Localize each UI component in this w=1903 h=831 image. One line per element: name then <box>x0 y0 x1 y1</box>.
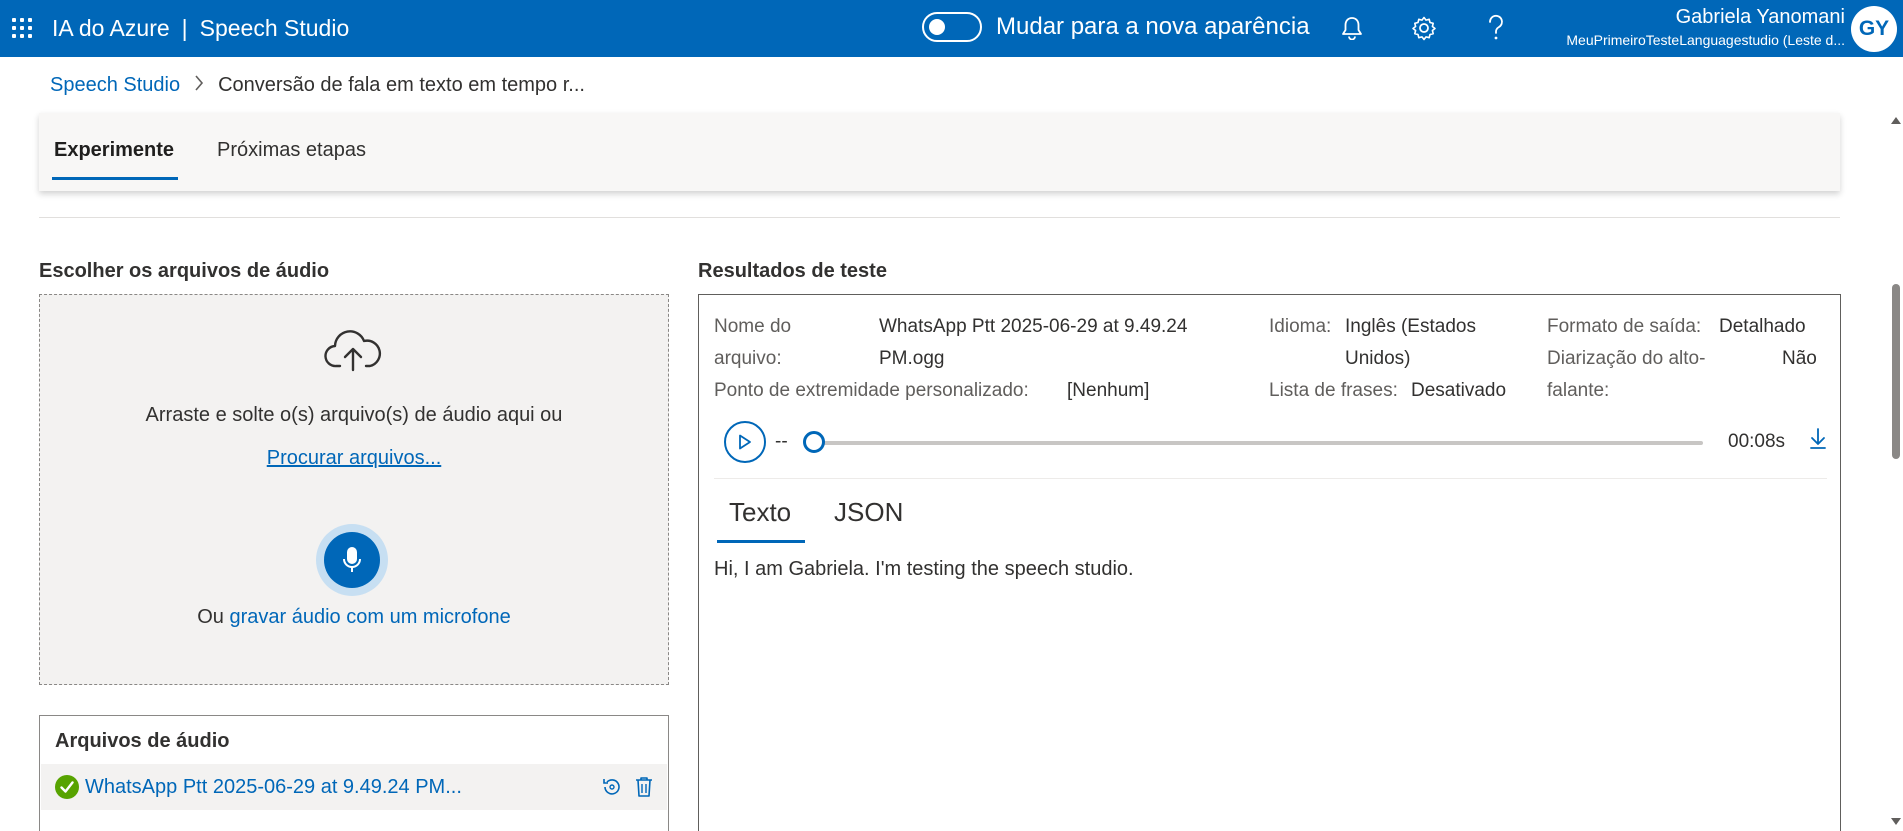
user-info[interactable]: Gabriela Yanomani MeuPrimeiroTesteLangua… <box>1566 4 1845 50</box>
audio-file-name[interactable]: WhatsApp Ptt 2025-06-29 at 9.49.24 PM... <box>85 776 462 799</box>
user-org: MeuPrimeiroTesteLanguagestudio (Leste d.… <box>1566 32 1845 48</box>
browse-files: Procurar arquivos... <box>40 447 668 470</box>
list-item[interactable]: WhatsApp Ptt 2025-06-29 at 9.49.24 PM... <box>41 764 667 810</box>
results-panel: Nome do arquivo: WhatsApp Ptt 2025-06-29… <box>698 294 1841 831</box>
duration-time: 00:08s <box>1728 431 1786 452</box>
product-name[interactable]: Speech Studio <box>200 15 350 41</box>
upload-section-title: Escolher os arquivos de áudio <box>39 260 330 282</box>
scroll-down-icon[interactable] <box>1891 818 1901 825</box>
cloud-upload-icon <box>324 330 382 377</box>
endpoint-label: Ponto de extremidade personalizado: <box>714 380 1029 401</box>
current-time: -- <box>775 431 788 452</box>
tab-json[interactable]: JSON <box>834 497 903 528</box>
top-bar: IA do Azure | Speech Studio Mudar para a n… <box>0 0 1903 57</box>
gear-icon[interactable] <box>1409 13 1439 43</box>
audio-files-panel: Arquivos de áudio WhatsApp Ptt 2025-06-2… <box>39 715 669 831</box>
app-brand: IA do Azure | Speech Studio <box>52 15 349 42</box>
waffle-icon[interactable] <box>10 16 34 40</box>
app-name[interactable]: IA do Azure <box>52 15 170 41</box>
page-scrollbar[interactable] <box>1889 113 1903 831</box>
divider <box>39 217 1840 218</box>
tabs-panel: Experimente Próximas etapas <box>39 113 1840 191</box>
or-text: Ou <box>197 606 224 628</box>
delete-icon[interactable] <box>635 776 653 803</box>
user-name: Gabriela Yanomani <box>1675 6 1845 28</box>
record-audio-text: Ou gravar áudio com um microfone <box>40 606 668 629</box>
play-icon <box>739 434 751 450</box>
phrase-list-label: Lista de frases: <box>1269 380 1398 401</box>
tab-next-steps[interactable]: Próximas etapas <box>217 139 366 162</box>
play-button[interactable] <box>724 421 766 463</box>
browse-files-link[interactable]: Procurar arquivos... <box>267 447 442 469</box>
seek-slider-thumb[interactable] <box>803 431 825 453</box>
language-label: Idioma: <box>1269 316 1332 337</box>
bell-icon[interactable] <box>1337 13 1367 43</box>
microphone-icon <box>343 547 361 572</box>
check-circle-icon <box>55 775 79 799</box>
help-icon[interactable] <box>1481 13 1511 43</box>
output-format-value: Detalhado <box>1719 316 1806 337</box>
breadcrumb-current: Conversão de fala em texto em tempo r... <box>218 74 585 96</box>
file-name-value: WhatsApp Ptt 2025-06-29 at 9.49.24 PM.og… <box>879 316 1188 369</box>
toggle-switch[interactable] <box>922 12 982 42</box>
toggle-label: Mudar para a nova aparência <box>996 13 1310 40</box>
file-name-label: Nome do arquivo: <box>714 316 792 369</box>
language-value: Inglês (Estados Unidos) <box>1345 316 1476 369</box>
new-look-toggle[interactable]: Mudar para a nova aparência <box>922 12 1310 42</box>
upload-dropzone[interactable]: Arraste e solte o(s) arquivo(s) de áudio… <box>39 294 669 685</box>
endpoint-value: [Nenhum] <box>1067 380 1150 401</box>
replay-icon[interactable] <box>601 776 623 803</box>
audio-files-title: Arquivos de áudio <box>55 730 230 752</box>
output-format-label: Formato de saída: <box>1547 316 1702 337</box>
diarization-value: Não <box>1782 348 1817 369</box>
scroll-up-icon[interactable] <box>1891 117 1901 124</box>
tab-text[interactable]: Texto <box>716 497 806 543</box>
tab-experiment[interactable]: Experimente <box>51 139 179 180</box>
scrollbar-thumb[interactable] <box>1892 284 1900 459</box>
chevron-right-icon <box>194 74 204 97</box>
avatar[interactable]: GY <box>1851 6 1897 52</box>
diarization-label: Diarização do alto- falante: <box>1547 348 1706 401</box>
download-icon[interactable] <box>1809 427 1827 456</box>
transcript-text: Hi, I am Gabriela. I'm testing the speec… <box>714 558 1134 580</box>
drag-drop-text: Arraste e solte o(s) arquivo(s) de áudio… <box>145 404 563 426</box>
record-audio-link[interactable]: gravar áudio com um microfone <box>230 606 511 628</box>
results-section-title: Resultados de teste <box>698 260 887 282</box>
seek-track[interactable] <box>805 441 1703 445</box>
phrase-list-value: Desativado <box>1411 380 1507 401</box>
breadcrumb-home[interactable]: Speech Studio <box>50 74 180 97</box>
microphone-button[interactable] <box>316 524 388 596</box>
breadcrumb: Speech Studio Conversão de fala em texto… <box>50 74 585 97</box>
brand-separator: | <box>181 15 188 41</box>
divider <box>714 478 1827 479</box>
